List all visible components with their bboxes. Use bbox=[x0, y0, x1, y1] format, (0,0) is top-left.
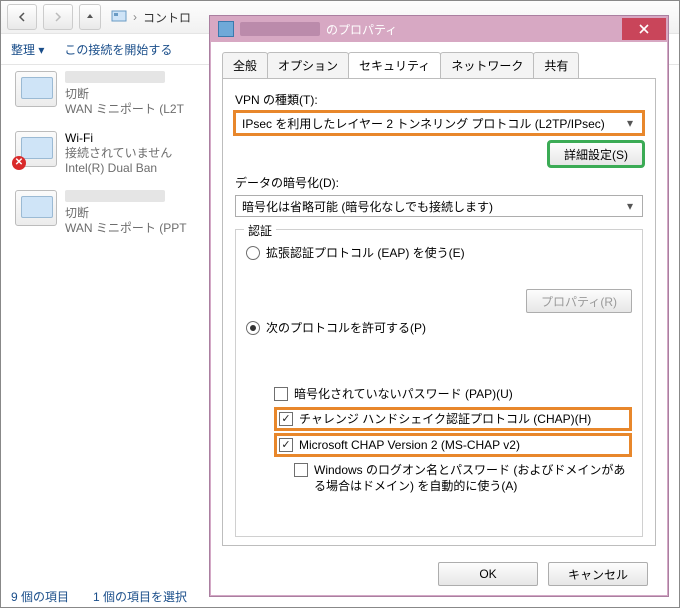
breadcrumb[interactable]: › コントロ bbox=[111, 8, 191, 27]
breadcrumb-item[interactable]: コントロ bbox=[143, 9, 191, 26]
checkbox-winlogon-label: Windows のログオン名とパスワード (およびドメインがある場合はドメイン)… bbox=[314, 462, 632, 494]
checkbox-mschap-label: Microsoft CHAP Version 2 (MS-CHAP v2) bbox=[299, 437, 520, 453]
connection-status: 切断 bbox=[65, 87, 184, 102]
checkbox-pap-label: 暗号化されていないパスワード (PAP)(U) bbox=[294, 386, 513, 402]
connection-icon bbox=[15, 71, 57, 107]
tab-network[interactable]: ネットワーク bbox=[440, 52, 534, 78]
checkbox-icon bbox=[279, 412, 293, 426]
properties-dialog: のプロパティ 全般 オプション セキュリティ ネットワーク 共有 VPN の種類… bbox=[209, 15, 669, 597]
nav-back-button[interactable] bbox=[7, 4, 37, 30]
chevron-down-icon: ▾ bbox=[622, 116, 638, 130]
tab-sharing[interactable]: 共有 bbox=[533, 52, 579, 78]
connection-status: 接続されていません bbox=[65, 146, 172, 161]
vpn-type-select[interactable]: IPsec を利用したレイヤー 2 トンネリング プロトコル (L2TP/IPs… bbox=[235, 112, 643, 134]
nav-up-button[interactable] bbox=[79, 4, 101, 30]
checkbox-mschap[interactable]: Microsoft CHAP Version 2 (MS-CHAP v2) bbox=[279, 437, 627, 453]
checkbox-chap[interactable]: チャレンジ ハンドシェイク認証プロトコル (CHAP)(H) bbox=[279, 411, 627, 427]
close-button[interactable] bbox=[622, 18, 666, 40]
status-bar: 9 個の項目 1 個の項目を選択 bbox=[11, 588, 187, 605]
encryption-label: データの暗号化(D): bbox=[235, 174, 643, 191]
radio-eap[interactable]: 拡張認証プロトコル (EAP) を使う(E) bbox=[246, 244, 632, 261]
connection-item[interactable]: 切断 WAN ミニポート (PPT bbox=[15, 190, 205, 236]
checkbox-pap[interactable]: 暗号化されていないパスワード (PAP)(U) bbox=[274, 386, 632, 402]
organize-menu[interactable]: 整理 ▾ bbox=[11, 41, 44, 58]
connection-status: 切断 bbox=[65, 206, 187, 221]
start-connection-button[interactable]: この接続を開始する bbox=[64, 41, 172, 58]
checkbox-icon bbox=[279, 438, 293, 452]
tab-options[interactable]: オプション bbox=[267, 52, 349, 78]
encryption-value: 暗号化は省略可能 (暗号化なしでも接続します) bbox=[242, 198, 493, 215]
ok-button[interactable]: OK bbox=[438, 562, 538, 586]
checkbox-icon bbox=[274, 387, 288, 401]
connection-detail: WAN ミニポート (PPT bbox=[65, 221, 187, 236]
redacted-name bbox=[65, 190, 165, 202]
disconnected-icon: ✕ bbox=[12, 156, 26, 170]
connection-icon: ✕ bbox=[15, 131, 57, 167]
radio-eap-label: 拡張認証プロトコル (EAP) を使う(E) bbox=[266, 244, 465, 261]
control-panel-icon bbox=[111, 8, 127, 27]
connection-icon bbox=[15, 190, 57, 226]
vpn-type-label: VPN の種類(T): bbox=[235, 91, 643, 108]
radio-icon bbox=[246, 321, 260, 335]
radio-allow-protocols[interactable]: 次のプロトコルを許可する(P) bbox=[246, 319, 632, 336]
cancel-button[interactable]: キャンセル bbox=[548, 562, 648, 586]
checkbox-winlogon[interactable]: Windows のログオン名とパスワード (およびドメインがある場合はドメイン)… bbox=[294, 462, 632, 494]
connection-name: Wi-Fi bbox=[65, 131, 172, 146]
checkbox-chap-label: チャレンジ ハンドシェイク認証プロトコル (CHAP)(H) bbox=[299, 411, 591, 427]
redacted-name bbox=[65, 71, 165, 83]
chevron-right-icon: › bbox=[133, 10, 137, 24]
chevron-down-icon: ▾ bbox=[622, 199, 638, 213]
titlebar[interactable]: のプロパティ bbox=[210, 16, 668, 42]
dialog-icon bbox=[218, 21, 234, 37]
dialog-title: のプロパティ bbox=[326, 21, 397, 38]
tab-strip: 全般 オプション セキュリティ ネットワーク 共有 bbox=[222, 52, 668, 78]
nav-forward-button[interactable] bbox=[43, 4, 73, 30]
connection-item[interactable]: 切断 WAN ミニポート (L2T bbox=[15, 71, 205, 117]
vpn-type-value: IPsec を利用したレイヤー 2 トンネリング プロトコル (L2TP/IPs… bbox=[242, 115, 605, 132]
checkbox-icon bbox=[294, 463, 308, 477]
tab-security[interactable]: セキュリティ bbox=[348, 52, 441, 78]
auth-group-legend: 認証 bbox=[244, 222, 276, 239]
tab-general[interactable]: 全般 bbox=[222, 52, 268, 78]
redacted-connection-name bbox=[240, 22, 320, 36]
advanced-settings-button[interactable]: 詳細設定(S) bbox=[549, 142, 643, 166]
connection-detail: Intel(R) Dual Ban bbox=[65, 161, 172, 176]
properties-button: プロパティ(R) bbox=[526, 289, 632, 313]
radio-icon bbox=[246, 246, 260, 260]
connection-item[interactable]: ✕ Wi-Fi 接続されていません Intel(R) Dual Ban bbox=[15, 131, 205, 176]
encryption-select[interactable]: 暗号化は省略可能 (暗号化なしでも接続します) ▾ bbox=[235, 195, 643, 217]
connection-detail: WAN ミニポート (L2T bbox=[65, 102, 184, 117]
radio-allow-label: 次のプロトコルを許可する(P) bbox=[266, 319, 426, 336]
